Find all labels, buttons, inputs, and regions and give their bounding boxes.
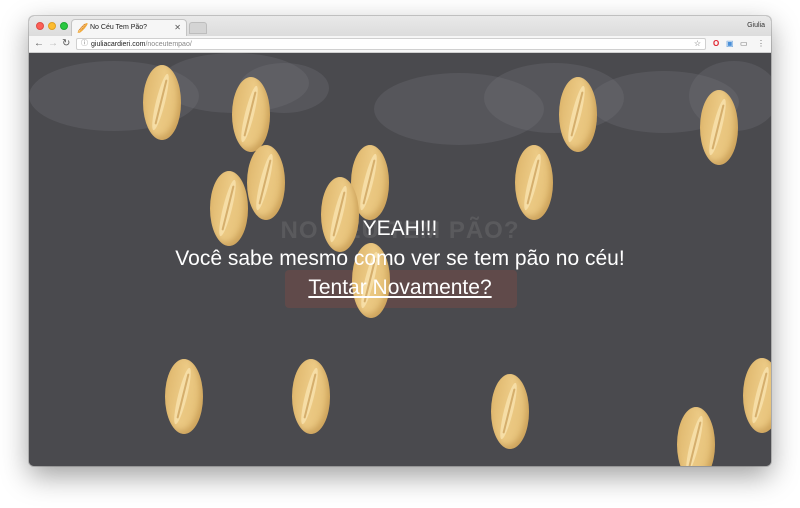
url-host: giuliacardieri.com (91, 41, 146, 48)
cast-icon[interactable]: ▭ (740, 38, 748, 50)
maximize-window-button[interactable] (60, 22, 68, 30)
result-message: Você sabe mesmo como ver se tem pão no c… (175, 247, 625, 270)
minimize-window-button[interactable] (48, 22, 56, 30)
result-heading: YEAH!!! (362, 217, 438, 240)
back-icon[interactable]: ← (34, 38, 44, 50)
bread-item[interactable] (232, 77, 270, 152)
close-window-button[interactable] (36, 22, 44, 30)
game-canvas[interactable]: NO CÉU TEM PÃO? · · YEAH!!! Você sabe me… (29, 53, 771, 466)
new-tab-button[interactable] (189, 22, 207, 34)
bread-item[interactable] (677, 407, 715, 466)
reload-icon[interactable]: ↻ (62, 38, 70, 50)
tab-title: No Céu Tem Pão? (90, 24, 148, 31)
bread-favicon-icon: 🥖 (77, 23, 89, 33)
bread-item[interactable] (700, 90, 738, 165)
browser-toolbar: ← → ↻ ⓘ giuliacardieri.com/noceutempao/ … (29, 36, 771, 53)
menu-kebab-icon[interactable]: ⋮ (757, 38, 765, 50)
url-path: /noceutempao/ (145, 41, 192, 48)
address-bar[interactable]: ⓘ giuliacardieri.com/noceutempao/ ☆ (76, 38, 706, 50)
bookmark-star-icon[interactable]: ☆ (694, 39, 701, 49)
info-icon[interactable]: ⓘ (81, 39, 88, 49)
tab-strip: 🥖 No Céu Tem Pão? ✕ Giulia (29, 16, 771, 36)
profile-name[interactable]: Giulia (747, 21, 765, 31)
bread-item[interactable] (743, 358, 771, 433)
tab-active[interactable]: 🥖 No Céu Tem Pão? ✕ (71, 19, 187, 36)
extension-icon[interactable]: ▣ (726, 38, 734, 50)
bread-item[interactable] (292, 359, 330, 434)
browser-window: 🥖 No Céu Tem Pão? ✕ Giulia ← → ↻ ⓘ giuli… (29, 16, 771, 466)
forward-icon[interactable]: → (48, 38, 58, 50)
bread-item[interactable] (165, 359, 203, 434)
bread-item[interactable] (559, 77, 597, 152)
bread-item[interactable] (143, 65, 181, 140)
retry-link[interactable]: Tentar Novamente? (29, 276, 771, 300)
bread-item[interactable] (491, 374, 529, 449)
opera-extension-icon[interactable]: O (713, 38, 719, 50)
bread-item[interactable] (247, 145, 285, 220)
close-tab-icon[interactable]: ✕ (174, 23, 181, 33)
bread-item[interactable] (515, 145, 553, 220)
url-text: giuliacardieri.com/noceutempao/ (91, 40, 192, 49)
